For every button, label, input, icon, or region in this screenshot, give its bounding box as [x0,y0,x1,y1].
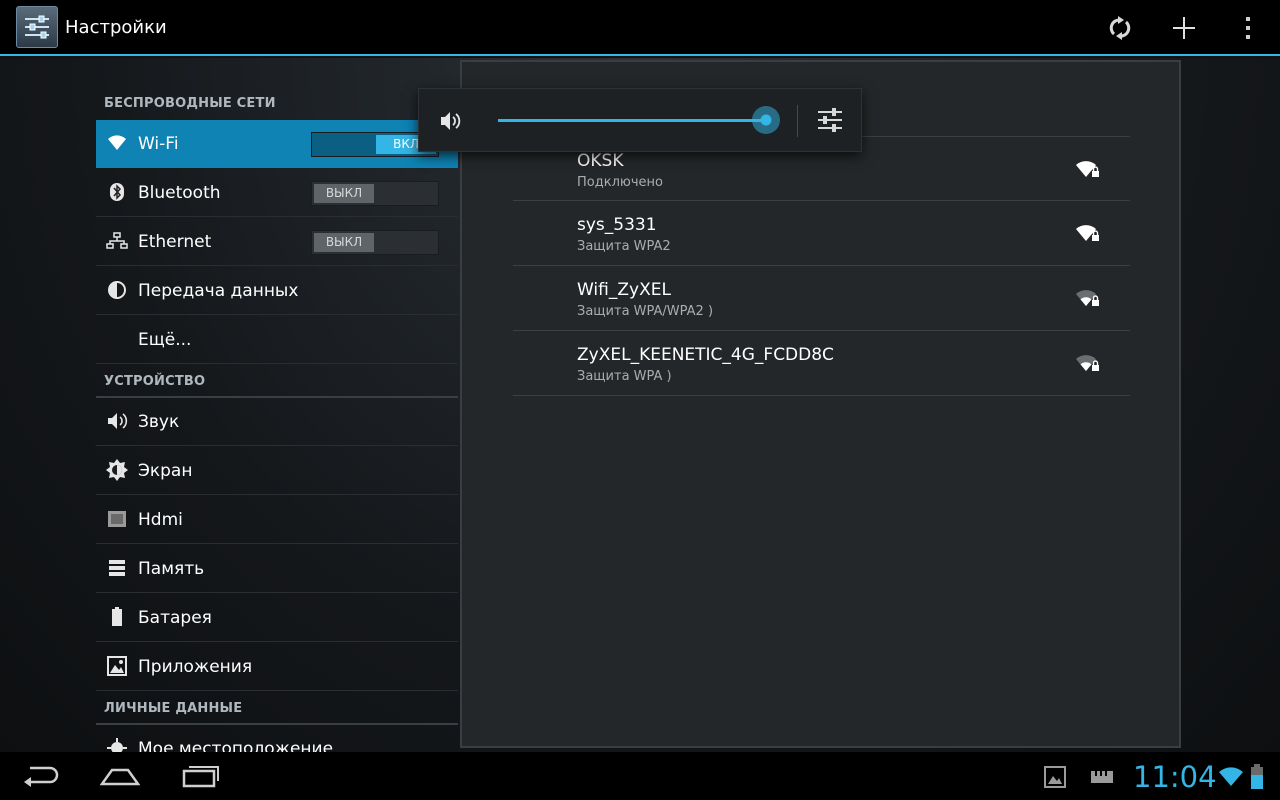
sidebar-item-label: Батарея [138,608,212,628]
section-header-device: УСТРОЙСТВО [104,374,206,389]
network-status: Защита WPA2 [577,239,671,254]
location-icon [106,737,128,752]
sidebar-item-label: Wi-Fi [138,134,179,154]
sidebar-item-data-usage[interactable]: Передача данных [96,267,458,315]
battery-status-icon[interactable] [1250,764,1264,794]
sidebar-item-bluetooth[interactable]: Bluetooth ВЫКЛ [96,169,458,217]
speaker-icon[interactable] [439,109,463,137]
section-header-wireless: БЕСПРОВОДНЫЕ СЕТИ [104,96,276,111]
sidebar-item-label: Hdmi [138,510,183,530]
hdmi-icon [106,508,128,530]
clock[interactable]: 11:04 [1133,760,1217,794]
apps-icon [106,655,128,677]
sidebar-item-battery[interactable]: Батарея [96,594,458,642]
recent-apps-button[interactable] [182,762,220,794]
sidebar-item-apps[interactable]: Приложения [96,643,458,691]
action-bar: Настройки [0,0,1280,56]
sound-icon [106,410,128,432]
wifi-icon [106,132,128,154]
bluetooth-toggle[interactable]: ВЫКЛ [311,181,439,206]
overflow-menu-button[interactable] [1226,8,1270,48]
home-button[interactable] [99,762,141,794]
wifi-signal-weak-lock-icon [1076,355,1099,371]
sidebar-item-hdmi[interactable]: Hdmi [96,496,458,544]
sidebar-item-label: Bluetooth [138,183,221,203]
network-ssid: ZyXEL_KEENETIC_4G_FCDD8C [577,345,834,365]
wifi-network-row[interactable]: ZyXEL_KEENETIC_4G_FCDD8C Защита WPA ) [513,331,1130,396]
toggle-label: ВЫКЛ [314,233,374,252]
gallery-icon[interactable] [1044,766,1066,792]
overflow-menu-icon [1246,17,1250,39]
wifi-network-row[interactable]: sys_5331 Защита WPA2 [513,201,1130,266]
system-bar: 11:04 [0,752,1280,800]
sidebar-item-wifi[interactable]: Wi-Fi ВКЛ [96,120,458,168]
battery-icon [106,606,128,628]
sidebar-item-ethernet[interactable]: Ethernet ВЫКЛ [96,218,458,266]
sidebar-item-label: Ещё... [138,330,192,350]
back-button[interactable] [22,762,60,794]
sidebar-item-more[interactable]: Ещё... [96,316,458,364]
sidebar-item-display[interactable]: Экран [96,447,458,495]
wifi-signal-lock-icon [1076,161,1099,177]
sidebar-item-sound[interactable]: Звук [96,398,458,446]
sliders-icon[interactable] [817,107,843,137]
wifi-status-icon[interactable] [1218,766,1244,792]
data-usage-icon [106,279,128,301]
wifi-network-row[interactable]: Wifi_ZyXEL Защита WPA/WPA2 ) [513,266,1130,331]
network-ssid: OKSK [577,151,624,171]
toggle-label: ВЫКЛ [314,184,374,203]
sdcard-icon[interactable] [1090,769,1114,789]
ethernet-icon [106,230,128,252]
network-status: Защита WPA ) [577,369,672,384]
back-icon [24,766,59,787]
network-ssid: Wifi_ZyXEL [577,280,671,300]
ethernet-toggle[interactable]: ВЫКЛ [311,230,439,255]
sidebar-item-location[interactable]: Мое местоположение [96,725,458,752]
sidebar-item-label: Память [138,559,205,579]
volume-slider-fill [498,119,766,122]
sidebar-item-label: Мое местоположение [138,739,334,752]
add-network-button[interactable] [1162,8,1206,48]
network-ssid: sys_5331 [577,215,657,235]
page-title: Настройки [65,17,167,38]
sidebar-item-label: Ethernet [138,232,212,252]
volume-slider-thumb[interactable] [752,106,780,134]
bluetooth-icon [106,181,128,203]
sidebar-item-label: Звук [138,412,180,432]
settings-list[interactable]: БЕСПРОВОДНЫЕ СЕТИ Wi-Fi ВКЛ Bluetooth ВЫ… [96,58,458,752]
home-icon [99,768,141,786]
section-header-personal: ЛИЧНЫЕ ДАННЫЕ [104,701,243,716]
wifi-signal-lock-icon [1076,225,1099,241]
network-status: Подключено [577,175,663,190]
sidebar-item-storage[interactable]: Память [96,545,458,593]
wifi-signal-weak-lock-icon [1076,290,1099,306]
recent-apps-icon [182,766,219,788]
scan-button[interactable] [1098,8,1142,48]
settings-app-icon[interactable] [16,6,58,48]
storage-icon [106,557,128,579]
network-status: Защита WPA/WPA2 ) [577,304,714,319]
volume-slider[interactable] [498,106,780,134]
sidebar-item-label: Экран [138,461,193,481]
divider [797,105,798,137]
sidebar-item-label: Приложения [138,657,253,677]
scan-icon [1109,16,1131,40]
sidebar-item-label: Передача данных [138,281,299,301]
add-icon [1173,17,1195,39]
display-icon [106,459,128,481]
wifi-panel: OKSK Подключено sys_5331 Защита WPA2 Wif… [460,60,1181,748]
volume-popup [418,88,862,152]
